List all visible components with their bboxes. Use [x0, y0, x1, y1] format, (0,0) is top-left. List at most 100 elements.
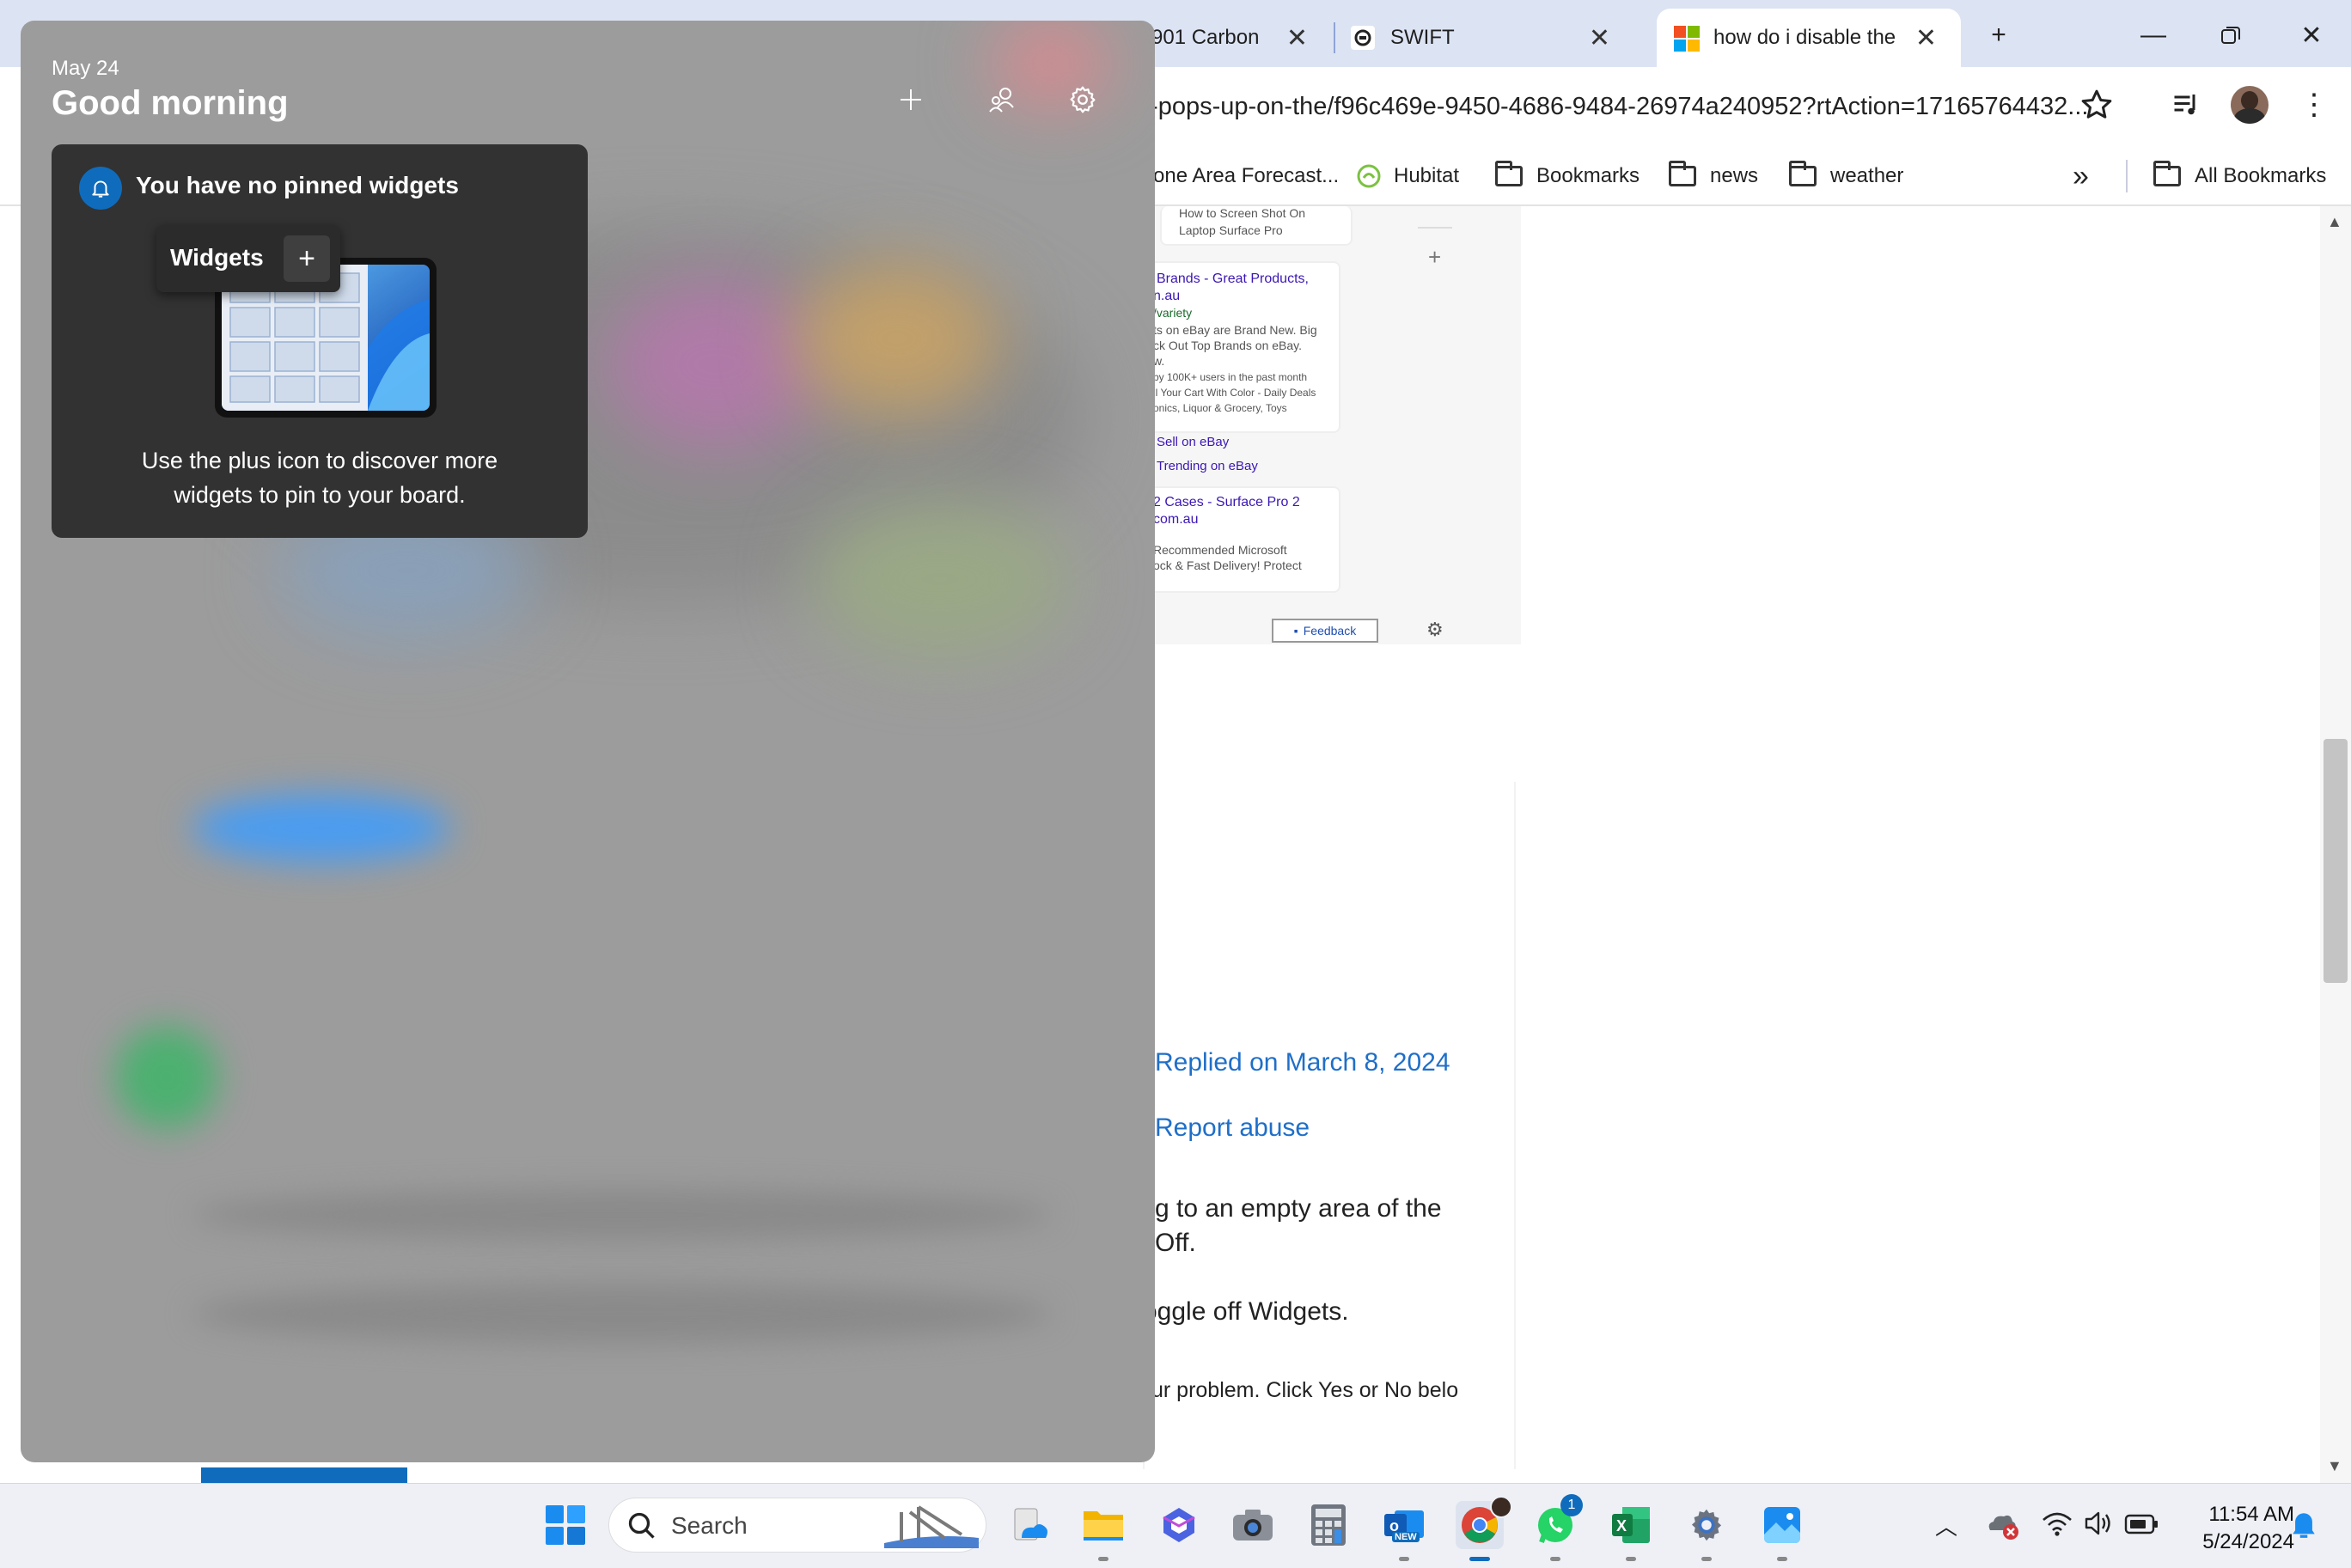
answer-footer-text: ur problem. Click Yes or No belo — [1151, 1378, 1459, 1402]
report-abuse-link[interactable]: Report abuse — [1155, 1113, 1310, 1143]
search-highlight-bridge-icon — [884, 1504, 979, 1553]
widgets-chip: Widgets + — [156, 225, 340, 292]
replied-date-link[interactable]: Replied on March 8, 2024 — [1155, 1048, 1450, 1077]
ad-card-top[interactable]: How to Screen Shot On Laptop Surface Pro — [1160, 206, 1353, 246]
bookmark-label: weather — [1830, 164, 1904, 187]
ad-text: Laptop Surface Pro — [1179, 223, 1283, 237]
description-text: Use the plus icon to discover more widge… — [141, 448, 498, 508]
ad-sitelink[interactable]: Trending on eBay — [1157, 459, 1258, 473]
ad-meta: onics, Liquor & Grocery, Toys — [1153, 402, 1287, 414]
gear-icon[interactable] — [1057, 74, 1108, 125]
ad-meta: by 100K+ users in the past month — [1153, 371, 1308, 383]
taskbar-search-box[interactable]: Search — [608, 1498, 986, 1553]
bookmark-folder-news[interactable]: news — [1669, 148, 1758, 204]
bookmark-folder-bookmarks[interactable]: Bookmarks — [1495, 148, 1640, 204]
ad-title[interactable]: n.au — [1153, 289, 1180, 304]
calculator-icon[interactable] — [1304, 1501, 1353, 1549]
outlook-new-badge: NEW — [1392, 1532, 1420, 1542]
clock-date: 5/24/2024 — [2202, 1530, 2294, 1553]
tab-swift[interactable]: SWIFT ✕ — [1351, 9, 1634, 67]
chip-plus-button[interactable]: + — [284, 235, 330, 282]
bookmark-star-icon[interactable] — [2079, 88, 2114, 126]
tab-close-icon[interactable]: ✕ — [1915, 23, 1937, 53]
ad-sitelink[interactable]: Sell on eBay — [1157, 435, 1229, 449]
bell-icon — [79, 167, 122, 210]
start-icon[interactable] — [541, 1501, 589, 1549]
running-indicator — [1550, 1557, 1560, 1561]
media-queue-icon[interactable] — [2171, 89, 2201, 125]
whatsapp-badge: 1 — [1560, 1494, 1583, 1516]
browser-menu-icon[interactable]: ⋮ — [2299, 88, 2329, 122]
bookmark-folder-weather[interactable]: weather — [1789, 148, 1903, 204]
scrollbar-thumb[interactable] — [2324, 739, 2348, 983]
running-indicator — [1626, 1557, 1636, 1561]
blurred-backdrop — [605, 278, 828, 450]
feedback-button[interactable]: ▪ Feedback — [1272, 619, 1378, 643]
taskbar-clock[interactable]: 11:54 AM 5/24/2024 — [2165, 1501, 2294, 1556]
tab-separator — [1334, 22, 1335, 53]
settings-icon[interactable] — [1682, 1501, 1731, 1561]
bookmark-forecast[interactable]: one Area Forecast... — [1153, 148, 1339, 204]
ad-text: How to Screen Shot On — [1179, 206, 1306, 220]
swift-favicon-icon — [1351, 26, 1375, 50]
ad-title[interactable]: 2 Cases - Surface Pro 2 — [1153, 495, 1300, 510]
ad-card-surface[interactable]: 2 Cases - Surface Pro 2 com.au Recommend… — [1143, 486, 1340, 593]
scroll-up-icon[interactable]: ▲ — [2327, 213, 2342, 231]
add-widget-plus-icon[interactable] — [885, 74, 937, 125]
widgets-chip-label: Widgets — [170, 244, 264, 271]
more-bookmarks-button[interactable]: » — [2073, 148, 2089, 204]
page-blue-button-edge[interactable] — [201, 1467, 407, 1483]
camera-icon[interactable] — [1229, 1501, 1277, 1549]
ad-settings-gear-icon[interactable]: ⚙ — [1426, 619, 1444, 641]
running-indicator — [1701, 1557, 1712, 1561]
chrome-icon[interactable] — [1456, 1496, 1512, 1561]
ad-text: Recommended Microsoft — [1153, 543, 1287, 557]
battery-icon[interactable] — [2124, 1513, 2159, 1540]
svg-text:X: X — [1616, 1517, 1627, 1534]
ad-plus-button[interactable]: + — [1428, 244, 1441, 271]
ad-card-ebay[interactable]: Brands - Great Products, n.au /variety t… — [1143, 261, 1340, 433]
people-icon[interactable] — [976, 74, 1028, 125]
no-widgets-description: Use the plus icon to discover more widge… — [52, 443, 588, 512]
outlook-new-icon[interactable]: o NEW — [1380, 1501, 1428, 1561]
ad-title[interactable]: Brands - Great Products, — [1157, 272, 1309, 287]
page-scrollbar[interactable]: ▲ ▼ — [2320, 206, 2351, 1483]
new-tab-button[interactable]: + — [1973, 14, 2024, 57]
tray-chevron-up-icon[interactable]: ︿ — [1935, 1510, 1957, 1541]
volume-icon[interactable] — [2083, 1510, 2114, 1541]
file-explorer-icon[interactable] — [1079, 1501, 1127, 1561]
bookmark-hubitat[interactable]: Hubitat — [1356, 148, 1459, 204]
tab-label: 901 Carbon — [1151, 26, 1260, 49]
blurred-backdrop — [115, 1026, 218, 1129]
no-widgets-title: You have no pinned widgets — [136, 172, 459, 198]
running-indicator — [1098, 1557, 1108, 1561]
restore-icon[interactable] — [2205, 14, 2256, 57]
photos-icon[interactable] — [1758, 1501, 1806, 1561]
tab-close-icon[interactable]: ✕ — [1286, 23, 1308, 53]
board-greeting: Good morning — [52, 84, 289, 122]
whatsapp-icon[interactable]: 1 — [1531, 1494, 1583, 1561]
tab-close-icon[interactable]: ✕ — [1589, 23, 1610, 53]
wifi-icon[interactable] — [2042, 1510, 2073, 1541]
onedrive-icon[interactable] — [1005, 1501, 1053, 1549]
answer-text: oggle off Widgets. — [1143, 1297, 1349, 1326]
copilot-icon[interactable] — [1155, 1501, 1203, 1549]
tab-label: SWIFT — [1390, 26, 1455, 49]
minimize-icon[interactable]: — — [2128, 14, 2179, 57]
bookmark-label: one Area Forecast... — [1153, 164, 1340, 187]
bookmark-label: All Bookmarks — [2195, 164, 2327, 187]
onedrive-error-icon[interactable] — [1985, 1510, 2021, 1545]
answer-text: g to an empty area of the — [1155, 1194, 1442, 1223]
all-bookmarks-button[interactable]: All Bookmarks — [2153, 148, 2326, 204]
profile-avatar[interactable] — [2231, 86, 2269, 124]
close-window-icon[interactable]: ✕ — [2286, 14, 2337, 57]
url-field[interactable]: t-pops-up-on-the/f96c469e-9450-4686-9484… — [1143, 84, 2114, 129]
tab-active[interactable]: how do i disable the ✕ — [1657, 9, 1961, 67]
ad-title[interactable]: com.au — [1153, 512, 1198, 528]
tab-901-carbon[interactable]: 901 Carbon ✕ — [1151, 9, 1332, 67]
notification-bell-icon[interactable] — [2289, 1508, 2318, 1545]
scroll-down-icon[interactable]: ▼ — [2327, 1457, 2342, 1475]
folder-icon — [1495, 161, 1523, 186]
folder-icon — [1669, 161, 1696, 186]
excel-icon[interactable]: X — [1607, 1501, 1655, 1561]
